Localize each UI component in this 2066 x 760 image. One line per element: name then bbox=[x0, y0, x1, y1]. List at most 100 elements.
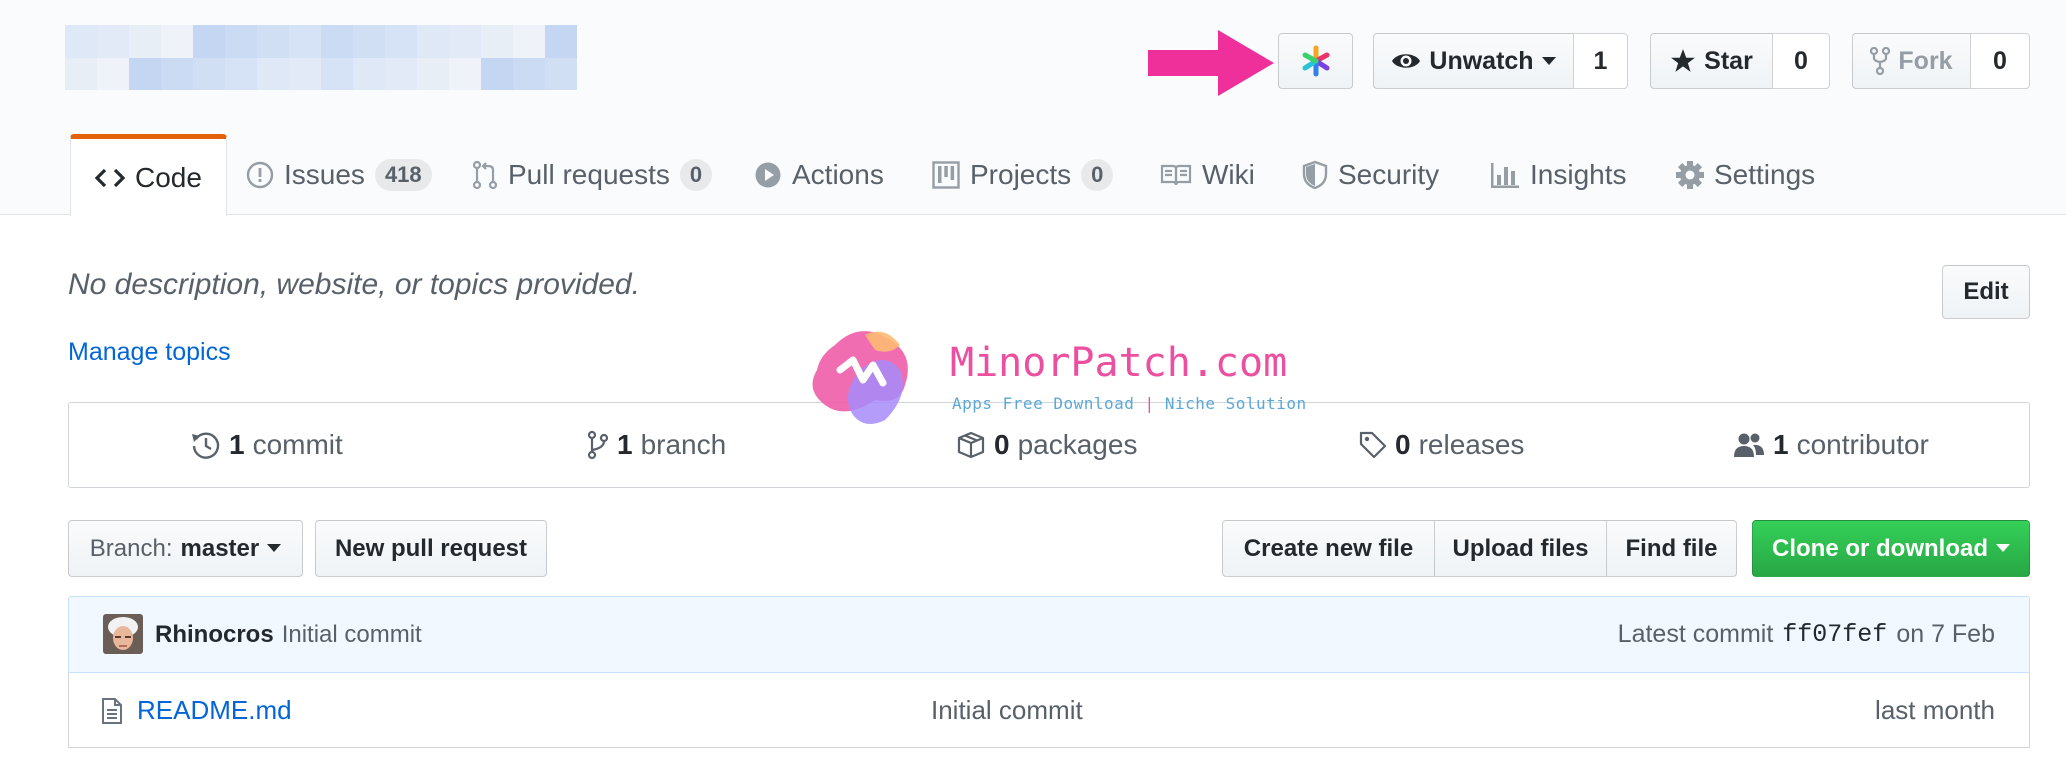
star-icon bbox=[1671, 49, 1696, 72]
tab-issues[interactable]: Issues 418 bbox=[246, 135, 432, 215]
stargazers-count-value: 0 bbox=[1794, 46, 1808, 75]
git-branch-icon bbox=[587, 430, 609, 460]
watermark-title: MinorPatch.com bbox=[950, 340, 1288, 386]
tag-icon bbox=[1359, 431, 1387, 459]
caret-down-icon bbox=[1996, 544, 2010, 552]
repo-description: No description, website, or topics provi… bbox=[68, 268, 640, 301]
watchers-count[interactable]: 1 bbox=[1573, 33, 1628, 89]
watermark-subtitle: Apps Free Download | Niche Solution bbox=[952, 394, 1307, 413]
commits-label: commit bbox=[252, 429, 343, 460]
stargazers-count[interactable]: 0 bbox=[1772, 33, 1830, 89]
commits-link[interactable]: 1 commit bbox=[191, 403, 343, 487]
file-row: README.md Initial commit last month bbox=[68, 673, 2030, 748]
branches-link[interactable]: 1 branch bbox=[587, 403, 726, 487]
unwatch-button[interactable]: Unwatch bbox=[1373, 33, 1574, 89]
watchers-count-value: 1 bbox=[1593, 46, 1608, 75]
fork-label: Fork bbox=[1898, 46, 1953, 75]
releases-count: 0 bbox=[1395, 429, 1411, 460]
octolinker-extension-button[interactable] bbox=[1278, 33, 1353, 89]
branches-count: 1 bbox=[617, 429, 633, 460]
tab-code-label: Code bbox=[135, 161, 202, 193]
branches-label: branch bbox=[640, 429, 727, 460]
minorpatch-logo-icon bbox=[812, 331, 908, 424]
tab-wiki[interactable]: Wiki bbox=[1160, 135, 1255, 215]
code-icon bbox=[95, 168, 125, 187]
releases-label: releases bbox=[1418, 429, 1525, 460]
book-icon bbox=[1160, 164, 1192, 186]
tab-projects-label: Projects bbox=[970, 159, 1072, 190]
create-new-file-label: Create new file bbox=[1243, 534, 1414, 562]
tab-settings-label: Settings bbox=[1714, 159, 1816, 190]
commits-count: 1 bbox=[229, 429, 245, 460]
latest-commit-label: Latest commit bbox=[1617, 620, 1774, 648]
commit-author[interactable]: Rhinocros bbox=[155, 621, 274, 649]
tab-code[interactable]: Code bbox=[70, 134, 227, 216]
branch-select-menu[interactable]: Branch: master bbox=[68, 520, 303, 577]
tab-projects[interactable]: Projects 0 bbox=[932, 135, 1114, 215]
gear-icon bbox=[1676, 161, 1704, 189]
tab-actions[interactable]: Actions bbox=[754, 135, 884, 215]
commit-date: on 7 Feb bbox=[1896, 620, 1995, 648]
graph-icon bbox=[1491, 163, 1519, 188]
tab-settings[interactable]: Settings bbox=[1676, 135, 1815, 215]
tab-security[interactable]: Security bbox=[1302, 135, 1439, 215]
caret-down-icon bbox=[267, 544, 282, 552]
people-icon bbox=[1734, 433, 1764, 457]
clone-or-download-button[interactable]: Clone or download bbox=[1752, 520, 2030, 577]
shield-icon bbox=[1302, 160, 1328, 190]
user-avatar-icon bbox=[103, 614, 143, 654]
package-icon bbox=[957, 431, 985, 459]
edit-label: Edit bbox=[1963, 278, 2009, 305]
forks-count[interactable]: 0 bbox=[1970, 33, 2030, 89]
tab-insights[interactable]: Insights bbox=[1490, 135, 1627, 215]
repo-title-blurred bbox=[65, 25, 577, 90]
tab-pull-requests[interactable]: Pull requests 0 bbox=[472, 135, 713, 215]
branch-prefix: Branch: bbox=[89, 534, 173, 562]
upload-files-button[interactable]: Upload files bbox=[1434, 520, 1607, 577]
tab-issues-label: Issues bbox=[284, 159, 365, 190]
star-label: Star bbox=[1704, 46, 1753, 75]
find-file-button[interactable]: Find file bbox=[1606, 520, 1737, 577]
create-new-file-button[interactable]: Create new file bbox=[1222, 520, 1435, 577]
star-button[interactable]: Star bbox=[1650, 33, 1773, 89]
packages-count: 0 bbox=[994, 429, 1010, 460]
eye-icon bbox=[1392, 54, 1421, 68]
contributors-count: 1 bbox=[1773, 429, 1789, 460]
watermark-subtitle-sep: | bbox=[1144, 394, 1155, 413]
find-file-label: Find file bbox=[1625, 534, 1718, 562]
repo-forked-icon bbox=[1870, 47, 1891, 75]
tab-pull-requests-label: Pull requests bbox=[508, 159, 670, 190]
packages-label: packages bbox=[1017, 429, 1138, 460]
unwatch-label: Unwatch bbox=[1429, 46, 1534, 75]
contributors-label: contributor bbox=[1796, 429, 1929, 460]
history-icon bbox=[192, 432, 220, 459]
packages-link[interactable]: 0 packages bbox=[956, 403, 1137, 487]
edit-description-button[interactable]: Edit bbox=[1942, 265, 2030, 319]
manage-topics-link[interactable]: Manage topics bbox=[68, 338, 231, 367]
git-pull-request-icon bbox=[472, 160, 498, 190]
contributors-link[interactable]: 1 contributor bbox=[1733, 403, 1929, 487]
caret-down-icon bbox=[1541, 56, 1556, 65]
file-age: last month bbox=[1875, 694, 1995, 725]
pull-requests-counter: 0 bbox=[679, 159, 713, 191]
file-commit-message[interactable]: Initial commit bbox=[931, 673, 1083, 747]
new-pull-request-label: New pull request bbox=[334, 534, 528, 562]
play-icon bbox=[755, 162, 781, 188]
releases-link[interactable]: 0 releases bbox=[1359, 403, 1524, 487]
tab-wiki-label: Wiki bbox=[1202, 159, 1255, 190]
tab-insights-label: Insights bbox=[1530, 159, 1627, 190]
project-icon bbox=[932, 161, 960, 189]
tab-actions-label: Actions bbox=[792, 159, 884, 190]
commit-sha[interactable]: ff07fef bbox=[1782, 620, 1887, 649]
pointer-arrow-icon bbox=[1148, 30, 1274, 96]
issue-opened-icon bbox=[246, 161, 274, 189]
upload-files-label: Upload files bbox=[1452, 534, 1589, 562]
file-name-link[interactable]: README.md bbox=[137, 673, 292, 747]
fork-button[interactable]: Fork bbox=[1852, 33, 1971, 89]
new-pull-request-button[interactable]: New pull request bbox=[315, 520, 547, 577]
issues-counter: 418 bbox=[374, 159, 432, 191]
commit-tease: Rhinocros Initial commit Latest commit f… bbox=[68, 596, 2030, 673]
avatar[interactable] bbox=[103, 614, 143, 654]
commit-message[interactable]: Initial commit bbox=[282, 621, 422, 649]
tab-security-label: Security bbox=[1338, 159, 1440, 190]
